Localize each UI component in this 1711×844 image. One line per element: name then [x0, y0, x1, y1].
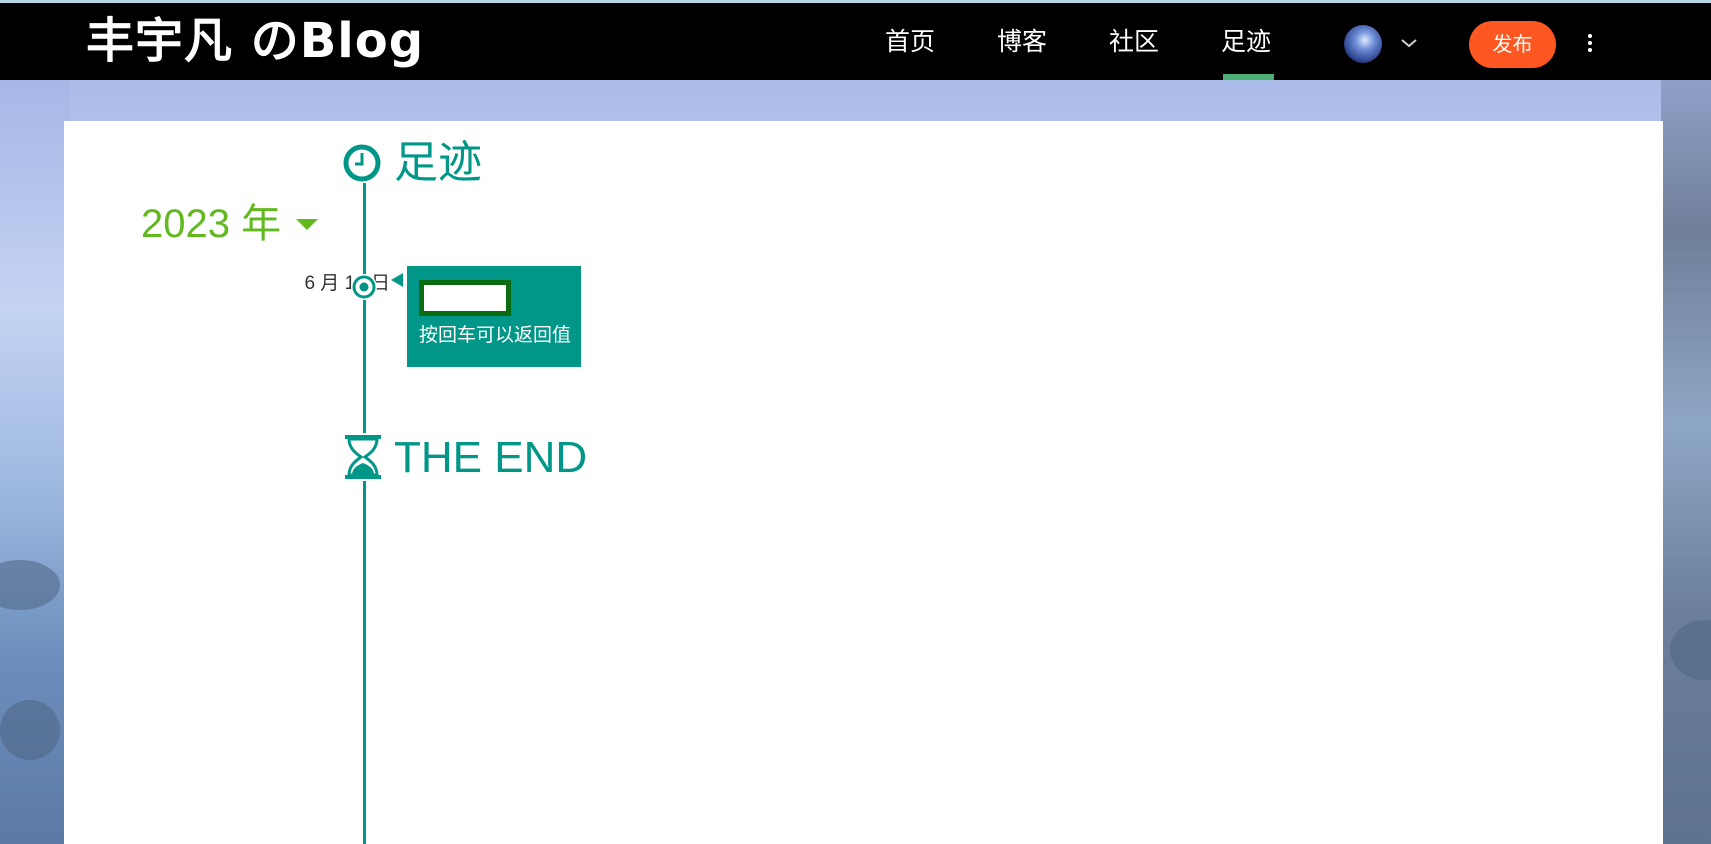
nav-community[interactable]: 社区 — [1104, 3, 1164, 80]
clock-icon — [342, 143, 382, 183]
caret-down-icon[interactable] — [295, 216, 319, 232]
entry-text: 按回车可以返回值 — [419, 324, 572, 346]
avatar[interactable] — [1344, 25, 1382, 63]
top-navbar: 丰宇凡 のBlog 首页 博客 社区 足迹 发布 — [0, 0, 1711, 80]
timeline-node-icon — [351, 274, 377, 300]
end-label: THE END — [394, 433, 588, 482]
timeline-title: 足迹 — [394, 137, 482, 188]
more-vertical-icon[interactable] — [1580, 31, 1600, 55]
bubble-pointer — [391, 273, 403, 287]
nav-blog[interactable]: 博客 — [992, 3, 1052, 80]
timeline-entry: 按回车可以返回值 — [407, 266, 581, 367]
chevron-down-icon[interactable] — [1397, 31, 1421, 55]
nav-footprints[interactable]: 足迹 — [1216, 3, 1276, 80]
hourglass-icon — [342, 433, 384, 481]
site-brand[interactable]: 丰宇凡 のBlog — [86, 9, 424, 73]
nav-home[interactable]: 首页 — [880, 3, 940, 80]
year-heading[interactable]: 2023 年 — [141, 199, 281, 249]
entry-input[interactable] — [419, 280, 511, 316]
timeline-card: 足迹 2023 年 6 月 19 日 按回车可以返回值 THE END — [64, 121, 1663, 844]
background-right — [1661, 80, 1711, 844]
publish-button[interactable]: 发布 — [1469, 21, 1556, 68]
background-rock — [0, 700, 60, 760]
